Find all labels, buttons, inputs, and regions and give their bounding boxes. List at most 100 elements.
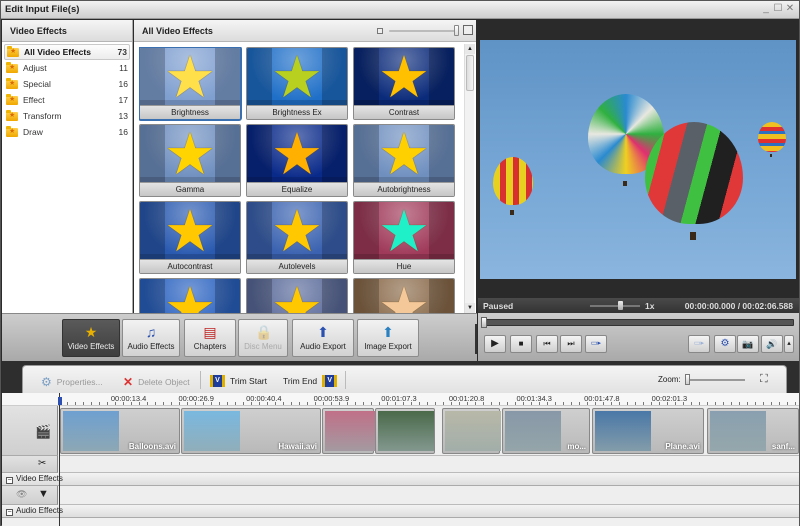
collapse-icon[interactable]: − — [6, 509, 13, 516]
delete-object-button[interactable]: ✕ Delete Object — [123, 375, 190, 389]
thumbnail-size-slider-thumb[interactable] — [454, 25, 459, 36]
ruler-time-label: 00:01:47.8 — [584, 394, 620, 403]
previous-frame-button[interactable]: ⏮ — [536, 335, 558, 353]
volume-button[interactable]: 🔊 — [761, 335, 783, 353]
effect-tile[interactable]: ★ — [246, 278, 348, 313]
trim-end-button[interactable]: Trim End V — [283, 375, 338, 387]
maximize-button[interactable]: ☐ — [773, 3, 783, 15]
eye-icon[interactable]: 👁 — [16, 489, 27, 500]
scroll-up-icon[interactable]: ▲ — [465, 44, 475, 54]
speed-slider-thumb[interactable] — [618, 301, 623, 310]
speed-slider[interactable] — [590, 301, 640, 310]
playhead-marker[interactable] — [58, 397, 62, 405]
audio-track — [59, 456, 799, 473]
category-item[interactable]: Special 16 — [2, 76, 132, 92]
scroll-down-icon[interactable]: ▼ — [465, 303, 475, 313]
star-icon: ★ — [378, 278, 430, 314]
close-button[interactable]: ✕ — [785, 3, 795, 15]
category-item[interactable]: Effect 17 — [2, 92, 132, 108]
effect-tile[interactable]: ★ Brightness — [139, 47, 242, 121]
timeline-clip[interactable] — [375, 408, 435, 454]
video-effects-section[interactable]: − Video Effects — [2, 473, 799, 486]
fullscreen-button[interactable]: ▭▸ — [688, 335, 710, 353]
toolbar-divider — [200, 371, 201, 389]
timeline-clip[interactable]: Plane.avi — [592, 408, 704, 454]
effect-tile[interactable]: ★ — [353, 278, 455, 313]
category-item[interactable]: Transform 13 — [2, 108, 132, 124]
trim-start-icon: V — [210, 375, 225, 387]
timeline-clip[interactable] — [322, 408, 381, 454]
effect-thumbnail: ★ — [247, 202, 347, 261]
timeline-clip[interactable]: sanf... — [707, 408, 799, 454]
effect-tile[interactable]: ★ — [139, 278, 241, 313]
timeline-clip[interactable]: Balloons.avi — [60, 408, 180, 454]
video-preview — [478, 20, 799, 298]
effect-tile[interactable]: ★ Autocontrast — [139, 201, 241, 274]
zoom-slider-thumb[interactable] — [685, 374, 690, 385]
effects-scrollbar[interactable]: ▲ ▼ — [464, 44, 475, 313]
effect-tile[interactable]: ★ Contrast — [353, 47, 455, 120]
disc-menu-label: Disc Menu — [244, 342, 282, 351]
chapters-label: Chapters — [193, 342, 227, 351]
balloon-basket — [623, 181, 627, 186]
ruler-time-label: 00:01:34.3 — [516, 394, 552, 403]
audio-export-button[interactable]: ⬆ Audio Export — [292, 319, 354, 357]
time-ruler[interactable]: 00:00:13.4 00:00:26.9 00:00:40.4 00:00:53.9… — [2, 393, 799, 406]
scrollbar-thumb[interactable] — [466, 55, 474, 91]
seek-bar[interactable] — [481, 317, 794, 328]
category-item[interactable]: Draw 16 — [2, 124, 132, 140]
effect-tile[interactable]: ★ Equalize — [246, 124, 348, 197]
video-effects-track — [59, 486, 799, 505]
audio-effects-button[interactable]: ♫ Audio Effects — [122, 319, 180, 357]
timeline-clip[interactable]: Hawaii.avi — [181, 408, 321, 454]
split-button[interactable]: ▭▸ — [585, 335, 607, 353]
category-item[interactable]: All Video Effects 73 — [4, 44, 130, 60]
effects-panel: All Video Effects ★ Brightness ★ Brightness… — [134, 20, 476, 313]
large-thumbnails-icon[interactable] — [463, 25, 473, 35]
star-icon: ★ — [164, 124, 216, 187]
folder-icon — [6, 93, 18, 105]
disc-menu-button[interactable]: 🔒 Disc Menu — [238, 319, 288, 357]
settings-button[interactable]: ⚙ — [714, 335, 736, 353]
effect-tile[interactable]: ★ Autolevels — [246, 201, 348, 274]
minimize-button[interactable]: _ — [761, 3, 771, 15]
category-label: Special — [23, 79, 51, 89]
clip-thumbnail — [63, 411, 119, 451]
effect-tile[interactable]: ★ Gamma — [139, 124, 241, 197]
collapse-icon[interactable]: − — [6, 477, 13, 484]
effect-label: Autolevels — [247, 259, 347, 273]
effect-thumbnail: ★ — [140, 48, 240, 107]
next-frame-button[interactable]: ⏭ — [560, 335, 582, 353]
audio-effects-section[interactable]: − Audio Effects — [2, 505, 799, 518]
video-effects-button[interactable]: ★ Video Effects — [62, 319, 120, 357]
playhead[interactable] — [59, 393, 60, 526]
effect-tile[interactable]: ★ Brightness Ex — [246, 47, 348, 120]
thumbnail-size-slider[interactable] — [389, 25, 459, 36]
small-thumbnails-icon[interactable] — [377, 28, 383, 34]
timeline-toolbar: ⚙ Properties... ✕ Delete Object V Trim S… — [2, 361, 799, 393]
effect-thumbnail: ★ — [140, 279, 240, 313]
fit-to-window-icon[interactable]: ⛶ — [760, 373, 768, 386]
effect-icon: ▼ — [38, 488, 49, 500]
timeline-clip[interactable] — [442, 408, 501, 454]
properties-button[interactable]: ⚙ Properties... — [41, 375, 103, 389]
play-button[interactable]: ▶ — [484, 335, 506, 353]
effect-thumbnail: ★ — [354, 125, 454, 184]
category-count: 16 — [118, 79, 128, 89]
trim-start-button[interactable]: V Trim Start — [210, 375, 267, 387]
timeline-clip[interactable]: mo... — [502, 408, 590, 454]
effect-tile[interactable]: ★ Hue — [353, 201, 455, 274]
category-item[interactable]: Adjust 11 — [2, 60, 132, 76]
chapters-button[interactable]: ▤ Chapters — [184, 319, 236, 357]
seek-bar-thumb[interactable] — [481, 317, 487, 328]
properties-label: Properties... — [56, 377, 103, 387]
image-export-button[interactable]: ⬆ Image Export — [357, 319, 419, 357]
zoom-slider[interactable] — [685, 374, 745, 385]
category-label: Adjust — [23, 63, 47, 73]
effect-tile[interactable]: ★ Autobrightness — [353, 124, 455, 197]
folder-icon — [6, 125, 18, 137]
stop-button[interactable]: ■ — [510, 335, 532, 353]
snapshot-button[interactable]: 📷 — [737, 335, 759, 353]
star-icon: ★ — [378, 201, 430, 264]
volume-menu-button[interactable]: ▴ — [784, 335, 794, 353]
